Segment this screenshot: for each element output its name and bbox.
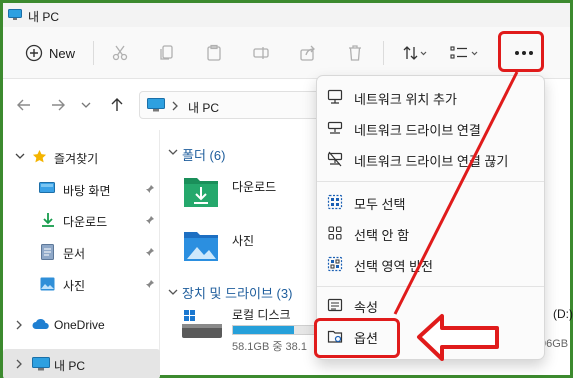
pointer-line [393, 71, 519, 315]
annotation-overlay [393, 71, 519, 361]
left-arrow-icon [417, 314, 499, 361]
